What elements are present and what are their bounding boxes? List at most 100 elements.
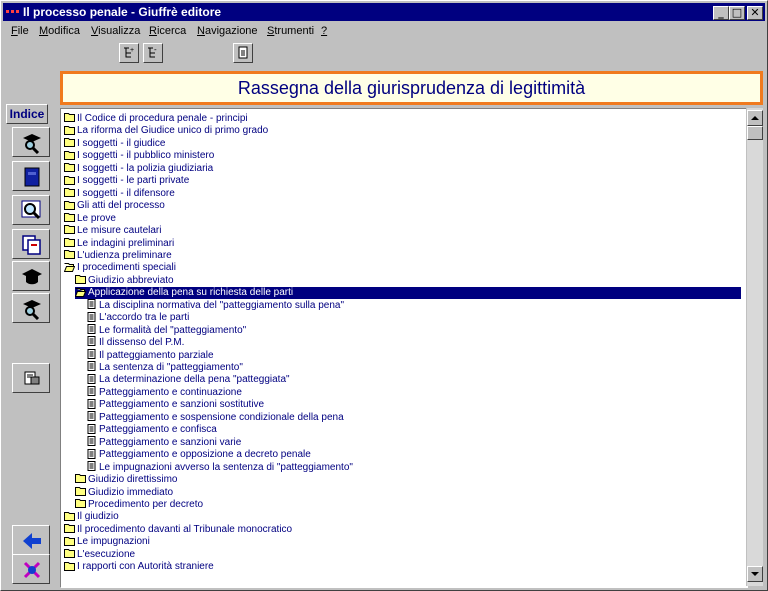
tree-item[interactable]: Il patteggiamento parziale	[86, 348, 214, 362]
folder-icon	[64, 523, 75, 534]
expand-tree-button[interactable]: +	[119, 43, 139, 63]
maximize-button[interactable]: □	[729, 6, 745, 20]
graduate-button[interactable]	[12, 261, 50, 291]
tree-item[interactable]: La disciplina normativa del "patteggiame…	[86, 299, 345, 312]
tree-item[interactable]: Giudizio abbreviato	[75, 275, 174, 287]
folder-icon	[64, 137, 75, 148]
tree-item[interactable]: I soggetti - il giudice	[64, 138, 165, 150]
tree-item[interactable]: Gli atti del processo	[64, 200, 165, 212]
search-button[interactable]	[12, 195, 50, 225]
tree-item-label: Procedimento per decreto	[88, 498, 204, 510]
folder-open-icon	[63, 262, 76, 272]
tree-item[interactable]: Le prove	[64, 213, 116, 225]
minimize-button[interactable]: _	[713, 6, 729, 20]
tree-item[interactable]: I soggetti - la polizia giudiziaria	[64, 163, 213, 175]
open-document-button[interactable]	[233, 43, 253, 63]
tree-item[interactable]: Le impugnazioni	[64, 536, 150, 548]
title-bar[interactable]: Il processo penale - Giuffrè editore _ □…	[3, 3, 765, 21]
indice-button[interactable]: Indice	[6, 104, 48, 124]
tree-item[interactable]: Le impugnazioni avverso la sentenza di "…	[86, 460, 353, 474]
book-button[interactable]	[12, 161, 50, 191]
menu-visualizza[interactable]: Visualizza	[91, 25, 140, 37]
graduate-search-button-2[interactable]	[12, 293, 50, 323]
tree-item[interactable]: Applicazione della pena su richiesta del…	[74, 287, 741, 300]
tree-item-label: La disciplina normativa del "patteggiame…	[99, 299, 345, 311]
folder-icon	[64, 112, 75, 123]
folder-icon	[64, 536, 75, 546]
tree-item[interactable]: L'udienza preliminare	[64, 250, 172, 262]
content-tree[interactable]: Il Codice di procedura penale - principi…	[60, 108, 748, 588]
tree-item-label: La sentenza di "patteggiamento"	[99, 362, 243, 373]
menu-file[interactable]: File	[11, 25, 29, 37]
tree-item-label: Patteggiamento e opposizione a decreto p…	[99, 449, 311, 461]
graduate-search-button[interactable]	[12, 127, 50, 157]
menu-ricerca[interactable]: Ricerca	[149, 25, 186, 37]
tree-item[interactable]: I soggetti - il pubblico ministero	[64, 150, 214, 162]
menu-modifica[interactable]: Modifica	[39, 25, 80, 37]
document-icon	[238, 46, 248, 59]
tree-item[interactable]: L'accordo tra le parti	[86, 311, 189, 324]
collapse-tree-button[interactable]: -	[143, 43, 163, 63]
tree-item-label: Patteggiamento e confisca	[99, 424, 217, 436]
print-button[interactable]	[12, 363, 50, 393]
tree-item[interactable]: Giudizio direttissimo	[75, 474, 177, 486]
document-icon	[86, 324, 97, 334]
tree-item[interactable]: Il dissenso del P.M.	[86, 336, 184, 349]
tree-item[interactable]: Giudizio immediato	[75, 487, 173, 499]
scroll-thumb[interactable]	[747, 126, 763, 140]
graduate-search-icon	[23, 300, 41, 320]
tree-item[interactable]: I rapporti con Autorità straniere	[64, 561, 214, 573]
arrow-up-icon	[751, 116, 759, 120]
scroll-down-button[interactable]	[747, 566, 763, 582]
scroll-up-button[interactable]	[747, 110, 763, 126]
tree-item-label: I soggetti - il pubblico ministero	[77, 150, 215, 162]
tree-item-label: I procedimenti speciali	[77, 262, 176, 274]
back-button[interactable]	[12, 525, 50, 555]
tree-item-label: Le impugnazioni	[77, 536, 150, 548]
tree-item-label: Patteggiamento e sanzioni sostitutive	[99, 399, 265, 411]
section-banner: Rassegna della giurisprudenza di legitti…	[60, 71, 763, 105]
tree-item[interactable]: Le indagini preliminari	[64, 238, 174, 250]
document-icon	[86, 423, 97, 434]
tree-item[interactable]: Patteggiamento e sanzioni sostitutive	[86, 398, 265, 411]
copy-pages-button[interactable]	[12, 229, 50, 259]
tree-item[interactable]: L'esecuzione	[64, 549, 135, 561]
menu-navigazione[interactable]: Navigazione	[197, 25, 258, 37]
tree-item[interactable]: I soggetti - il difensore	[64, 188, 175, 200]
folder-icon	[64, 200, 75, 210]
printer-icon	[24, 371, 40, 385]
tree-item[interactable]: La sentenza di "patteggiamento"	[86, 361, 243, 374]
tree-item[interactable]: Il Codice di procedura penale - principi	[64, 113, 248, 125]
tree-item[interactable]: Patteggiamento e opposizione a decreto p…	[86, 448, 311, 461]
folder-icon	[64, 125, 75, 135]
tree-item[interactable]: Patteggiamento e sospensione condizional…	[86, 411, 344, 424]
arrow-down-icon	[751, 572, 759, 576]
tree-item[interactable]: Le formalità del "patteggiamento"	[86, 324, 247, 337]
tree-item[interactable]: Patteggiamento e continuazione	[86, 386, 242, 399]
tree-item-label: Le misure cautelari	[77, 225, 162, 237]
document-icon	[86, 436, 97, 447]
minimize-icon: _	[718, 6, 724, 19]
tree-item-label: I soggetti - il difensore	[77, 187, 175, 199]
folder-icon	[64, 561, 75, 571]
tree-item[interactable]: I soggetti - le parti private	[64, 175, 189, 187]
tree-item[interactable]: I procedimenti speciali	[63, 262, 176, 274]
tree-item[interactable]: Patteggiamento e confisca	[86, 423, 217, 436]
main-window: Il processo penale - Giuffrè editore _ □…	[0, 0, 768, 591]
tree-item[interactable]: La riforma del Giudice unico di primo gr…	[64, 125, 268, 137]
tree-item[interactable]: Il giudizio	[64, 511, 119, 523]
tree-item[interactable]: Procedimento per decreto	[75, 499, 203, 511]
tree-item-label: Il Codice di procedura penale - principi	[77, 113, 248, 124]
tree-item[interactable]: Le misure cautelari	[64, 225, 161, 237]
tree-item[interactable]: Patteggiamento e sanzioni varie	[86, 436, 241, 449]
tree-item[interactable]: La determinazione della pena "patteggiat…	[86, 373, 290, 386]
document-icon	[86, 348, 97, 359]
tree-item-label: Le formalità del "patteggiamento"	[99, 324, 247, 336]
menu-help[interactable]: ?	[321, 25, 327, 37]
exit-button[interactable]	[12, 554, 50, 584]
menu-strumenti[interactable]: Strumenti	[267, 25, 314, 37]
tree-item-label: La riforma del Giudice unico di primo gr…	[77, 125, 269, 137]
tree-item[interactable]: Il procedimento davanti al Tribunale mon…	[64, 524, 292, 536]
close-button[interactable]: ✕	[747, 6, 763, 20]
vertical-scrollbar[interactable]	[746, 108, 763, 586]
